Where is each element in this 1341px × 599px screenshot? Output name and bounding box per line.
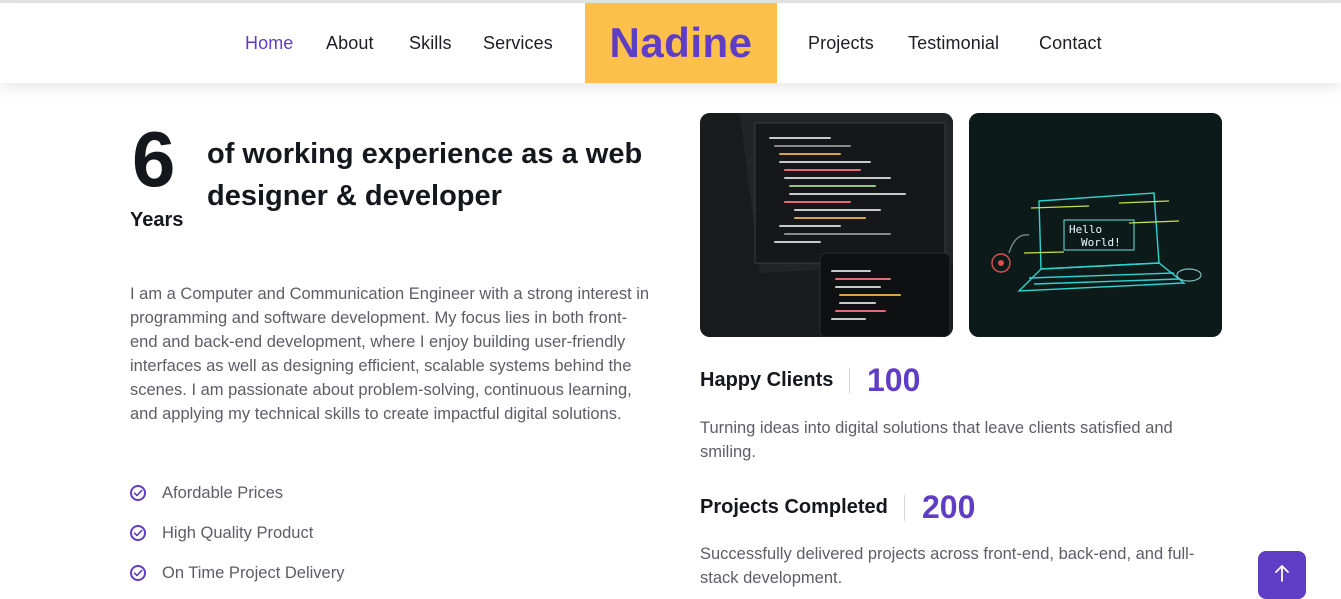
brand-logo[interactable]: Nadine — [585, 3, 777, 83]
stat-desc-clients: Turning ideas into digital solutions tha… — [700, 419, 1173, 461]
experience-headline: of working experience as a web designer … — [207, 138, 643, 212]
stat-divider — [904, 495, 905, 521]
feature-label: High Quality Product — [162, 523, 314, 542]
feature-list: Afordable Prices High Quality Product On… — [130, 473, 344, 593]
check-circle-icon — [130, 485, 146, 501]
svg-text:World!: World! — [1081, 236, 1121, 249]
stat-value-projects: 200 — [922, 489, 976, 525]
stat-divider — [849, 368, 850, 394]
feature-label: On Time Project Delivery — [162, 563, 345, 582]
nav-link-projects[interactable]: Projects — [808, 33, 874, 54]
stat-desc-projects: Successfully delivered projects across f… — [700, 545, 1195, 587]
feature-label: Afordable Prices — [162, 483, 284, 502]
check-circle-icon — [130, 565, 146, 581]
code-editor-image — [700, 113, 953, 337]
check-circle-icon — [130, 525, 146, 541]
brand-name: Nadine — [609, 19, 753, 66]
nav-link-services[interactable]: Services — [483, 33, 553, 54]
feature-item: High Quality Product — [130, 513, 344, 553]
feature-item: Afordable Prices — [130, 473, 344, 513]
years-number: 6 — [132, 115, 176, 203]
scroll-to-top-button[interactable] — [1258, 551, 1306, 599]
about-paragraph: I am a Computer and Communication Engine… — [130, 285, 650, 423]
nav-link-about[interactable]: About — [326, 33, 374, 54]
hello-world-laptop-image: Hello World! — [969, 113, 1222, 337]
stat-value-clients: 100 — [867, 362, 921, 398]
feature-item: On Time Project Delivery — [130, 553, 344, 593]
stat-title-projects: Projects Completed — [700, 496, 888, 518]
years-label: Years — [130, 209, 184, 231]
nav-link-contact[interactable]: Contact — [1039, 33, 1102, 54]
nav-link-skills[interactable]: Skills — [409, 33, 452, 54]
nav-link-home[interactable]: Home — [245, 33, 293, 54]
stat-title-clients: Happy Clients — [700, 369, 834, 391]
svg-text:Hello: Hello — [1069, 223, 1102, 236]
arrow-up-icon — [1274, 563, 1290, 588]
nav-link-testimonial[interactable]: Testimonial — [908, 33, 999, 54]
